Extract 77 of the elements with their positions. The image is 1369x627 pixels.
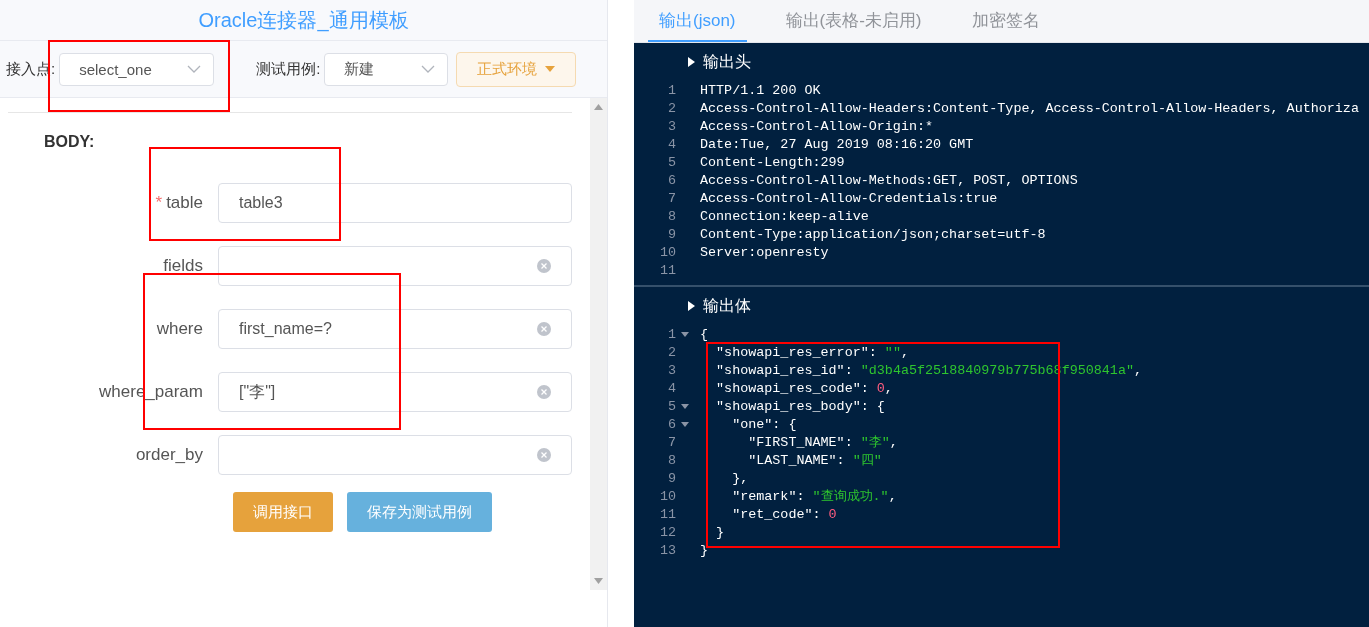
line-number: 7 (666, 190, 677, 206)
line-number: 2 (666, 344, 677, 360)
line-number: 3 (666, 118, 677, 134)
clear-icon[interactable] (537, 448, 551, 462)
line-number: 5 (666, 398, 677, 414)
code-line: "ret_code": 0 (731, 506, 837, 522)
line-number: 10 (658, 244, 677, 260)
expand-triangle-icon[interactable] (688, 57, 695, 67)
input-field[interactable]: ["李"] (218, 372, 572, 412)
entry-point-select[interactable]: select_one (59, 52, 215, 86)
code-line: Content-Length:299 (700, 154, 845, 170)
line-number: 8 (666, 208, 677, 224)
code-line: "remark": "查询成功.", (731, 488, 897, 505)
code-line: } (715, 524, 725, 540)
input-field[interactable]: table3 (218, 183, 572, 223)
code-line: Content-Type:application/json;charset=utf-8 (700, 226, 1046, 242)
code-line: } (700, 542, 709, 558)
code-line: Access-Control-Allow-Headers:Content-Type, Access-Control-Allow-Headers, Authoriza (700, 100, 1359, 116)
input-field[interactable] (218, 435, 572, 475)
code-line: "showapi_res_body": { (715, 398, 885, 414)
section-title: BODY: (44, 133, 96, 151)
line-number: 4 (666, 136, 677, 152)
line-number: 5 (666, 154, 677, 170)
chevron-down-icon (187, 65, 202, 73)
clear-icon[interactable] (537, 385, 551, 399)
field-label: order_by (134, 445, 204, 465)
code-line: HTTP/1.1 200 OK (700, 82, 821, 98)
clear-icon[interactable] (537, 322, 551, 336)
line-number: 9 (666, 226, 677, 242)
line-number: 1 (666, 326, 677, 342)
test-case-label: 测试用例: (256, 59, 321, 79)
fold-caret-icon[interactable] (681, 331, 689, 337)
code-line: "showapi_res_code": 0, (715, 380, 893, 396)
field-label: * table (154, 193, 204, 213)
line-number: 13 (658, 542, 677, 558)
line-number: 3 (666, 362, 677, 378)
line-number: 6 (666, 172, 677, 188)
line-number: 2 (666, 100, 677, 116)
code-line: "FIRST_NAME": "李", (747, 434, 898, 451)
test-case-select[interactable]: 新建 (324, 52, 449, 86)
code-line: }, (731, 470, 749, 486)
code-line: Connection:keep-alive (700, 208, 869, 224)
fold-caret-icon[interactable] (681, 403, 689, 409)
line-number: 11 (658, 262, 677, 278)
scroll-up-icon[interactable] (594, 104, 603, 110)
scrollbar[interactable] (590, 98, 607, 590)
section-heading[interactable]: 输出头 (703, 51, 751, 73)
code-line: "one": { (731, 416, 797, 432)
line-number: 8 (666, 452, 677, 468)
line-number: 10 (658, 488, 677, 504)
line-number: 6 (666, 416, 677, 432)
line-number: 4 (666, 380, 677, 396)
line-number: 7 (666, 434, 677, 450)
code-line: Access-Control-Allow-Origin:* (700, 118, 934, 134)
caret-down-icon (545, 66, 556, 72)
line-number: 1 (666, 82, 677, 98)
field-label: where (155, 319, 204, 339)
scroll-down-icon[interactable] (594, 578, 603, 584)
section-heading[interactable]: 输出体 (703, 295, 751, 317)
code-line: Access-Control-Allow-Credentials:true (700, 190, 998, 206)
fold-caret-icon[interactable] (681, 421, 689, 427)
code-line: "LAST_NAME": "四" (747, 452, 882, 469)
chevron-down-icon (421, 65, 436, 73)
code-line: "showapi_res_error": "", (715, 344, 909, 360)
field-label: fields (162, 256, 204, 276)
code-line: Date:Tue, 27 Aug 2019 08:16:20 GMT (700, 136, 974, 152)
input-field[interactable] (218, 246, 572, 286)
code-line: Access-Control-Allow-Methods:GET, POST, OPTIONS (700, 172, 1078, 188)
page-title: Oracle连接器_通用模板 (0, 0, 607, 41)
code-line: { (700, 326, 709, 342)
line-number: 11 (658, 506, 677, 522)
line-number: 9 (666, 470, 677, 486)
input-field[interactable]: first_name=? (218, 309, 572, 349)
code-line: Server:openresty (700, 244, 829, 260)
line-number: 12 (658, 524, 677, 540)
expand-triangle-icon[interactable] (688, 301, 695, 311)
clear-icon[interactable] (537, 259, 551, 273)
